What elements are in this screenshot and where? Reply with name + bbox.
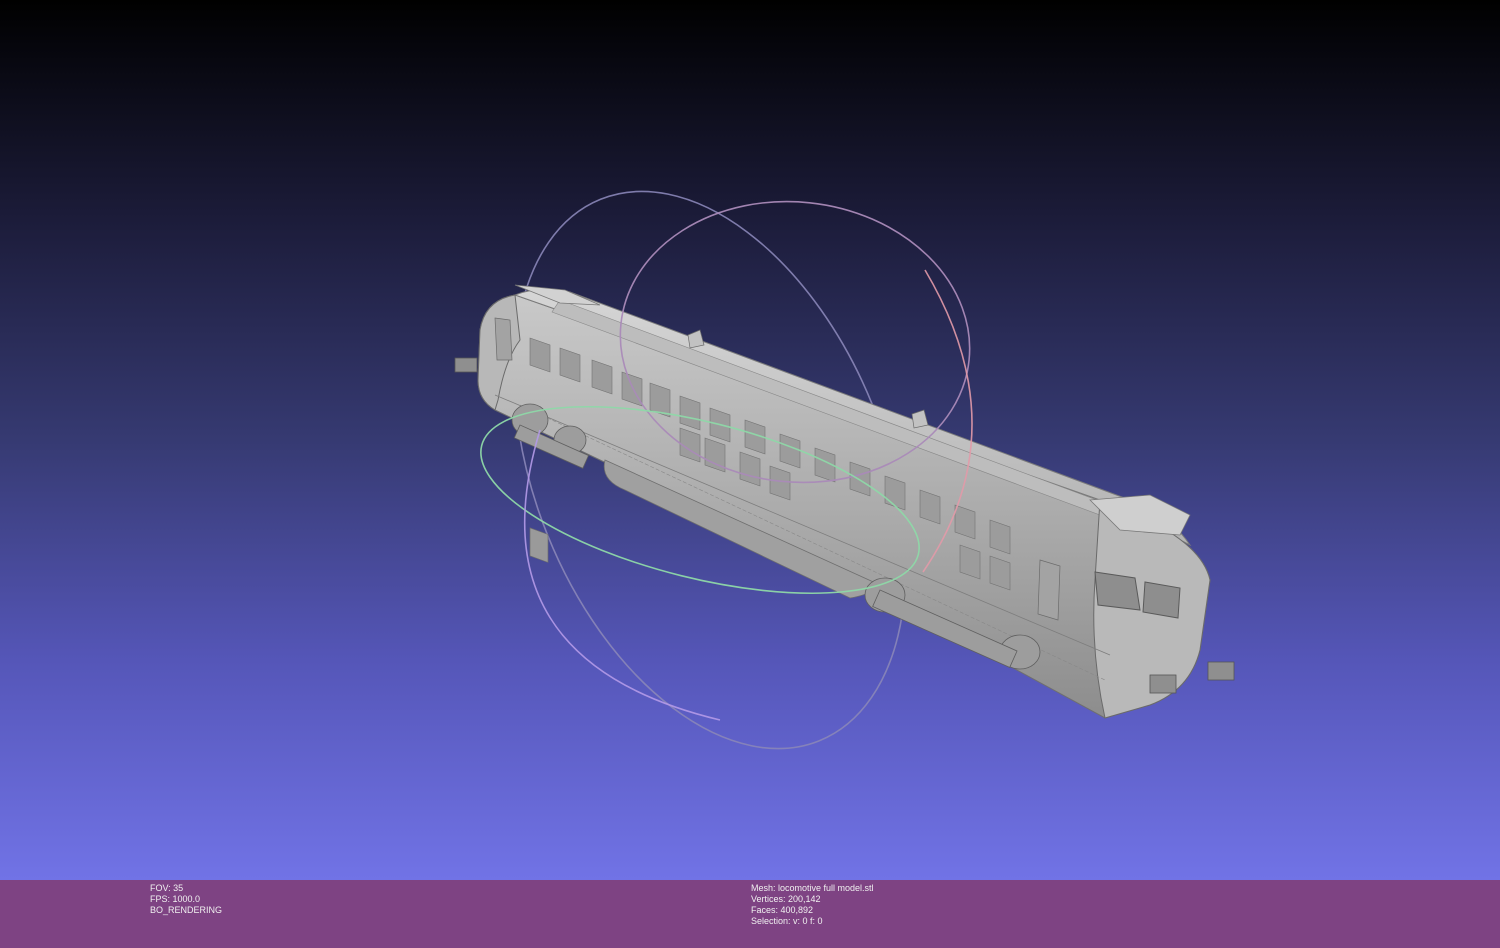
- vertices-readout: Vertices: 200,142: [751, 894, 821, 904]
- window-row: [529, 527, 549, 563]
- fps-readout: FPS: 1000.0: [150, 894, 201, 904]
- render-mode-readout: BO_RENDERING: [150, 905, 223, 915]
- fov-readout: FOV: 35: [150, 883, 184, 893]
- render-info-panel: FOV: 35 FPS: 1000.0 BO_RENDERING: [150, 883, 222, 916]
- 3d-viewport[interactable]: [0, 0, 1500, 880]
- faces-readout: Faces: 400,892: [751, 905, 814, 915]
- selection-readout: Selection: v: 0 f: 0: [751, 916, 823, 926]
- status-bar: FOV: 35 FPS: 1000.0 BO_RENDERING Mesh: l…: [0, 880, 1500, 948]
- locomotive-mesh[interactable]: [454, 284, 1235, 719]
- mesh-info-panel: Mesh: locomotive full model.stl Vertices…: [751, 883, 874, 927]
- mesh-name-readout: Mesh: locomotive full model.stl: [751, 883, 874, 893]
- scene-canvas[interactable]: [0, 0, 1500, 880]
